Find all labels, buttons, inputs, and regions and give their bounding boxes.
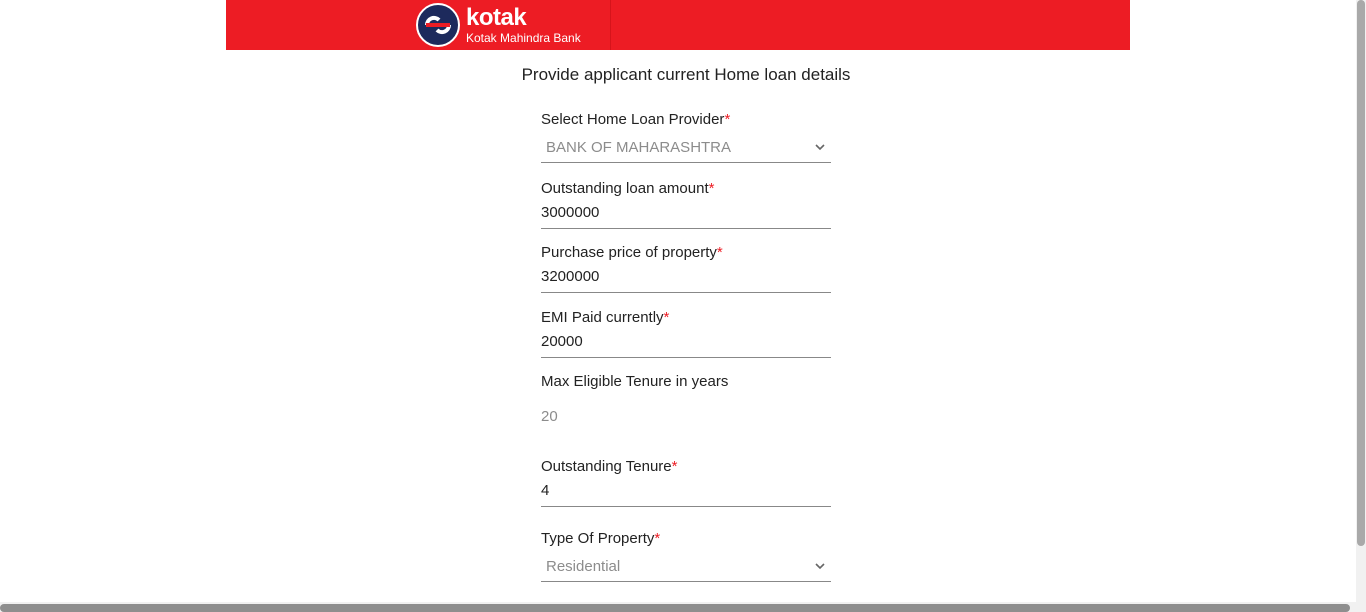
outstanding-tenure-field: Outstanding Tenure* 4: [541, 458, 831, 507]
property-type-select[interactable]: Residential: [541, 555, 831, 582]
emi-field: EMI Paid currently* 20000: [541, 309, 831, 358]
required-asterisk: *: [716, 244, 723, 261]
provider-field: Select Home Loan Provider* BANK OF MAHAR…: [541, 111, 831, 163]
required-asterisk: *: [663, 309, 670, 326]
chevron-down-icon: [815, 563, 825, 570]
max-tenure-value: 20: [541, 408, 558, 425]
emi-input[interactable]: 20000: [541, 333, 831, 358]
header-bar: kotak Kotak Mahindra Bank: [226, 0, 1130, 50]
page-title: Provide applicant current Home loan deta…: [521, 65, 851, 84]
outstanding-amount-label: Outstanding loan amount*: [541, 180, 715, 197]
required-asterisk: *: [671, 458, 678, 475]
horizontal-scrollbar-thumb[interactable]: [0, 604, 1350, 612]
kotak-logo-icon: [416, 3, 460, 47]
vertical-scrollbar[interactable]: [1356, 0, 1366, 612]
purchase-price-input[interactable]: 3200000: [541, 268, 831, 293]
brand-subtitle: Kotak Mahindra Bank: [466, 31, 581, 45]
property-type-field: Type Of Property* Residential: [541, 530, 831, 582]
outstanding-amount-field: Outstanding loan amount* 3000000: [541, 180, 831, 229]
outstanding-tenure-input[interactable]: 4: [541, 482, 831, 507]
max-tenure-label: Max Eligible Tenure in years: [541, 373, 729, 390]
property-type-label: Type Of Property*: [541, 530, 661, 547]
horizontal-scrollbar[interactable]: [0, 602, 1356, 612]
chevron-down-icon: [815, 144, 825, 151]
kotak-logo[interactable]: kotak Kotak Mahindra Bank: [416, 3, 581, 47]
max-tenure-field: Max Eligible Tenure in years 20: [541, 373, 831, 425]
required-asterisk: *: [724, 111, 731, 128]
outstanding-amount-input[interactable]: 3000000: [541, 204, 831, 229]
header-divider: [610, 0, 611, 50]
brand-name: kotak: [466, 4, 527, 31]
required-asterisk: *: [654, 530, 661, 547]
required-asterisk: *: [708, 180, 715, 197]
emi-label: EMI Paid currently*: [541, 309, 670, 326]
purchase-price-label: Purchase price of property*: [541, 244, 723, 261]
outstanding-tenure-label: Outstanding Tenure*: [541, 458, 678, 475]
purchase-price-field: Purchase price of property* 3200000: [541, 244, 831, 293]
provider-select[interactable]: BANK OF MAHARASHTRA: [541, 136, 831, 163]
provider-selected-value: BANK OF MAHARASHTRA: [546, 139, 732, 156]
vertical-scrollbar-thumb[interactable]: [1357, 0, 1365, 546]
property-type-selected-value: Residential: [546, 558, 621, 575]
provider-label: Select Home Loan Provider*: [541, 111, 731, 128]
